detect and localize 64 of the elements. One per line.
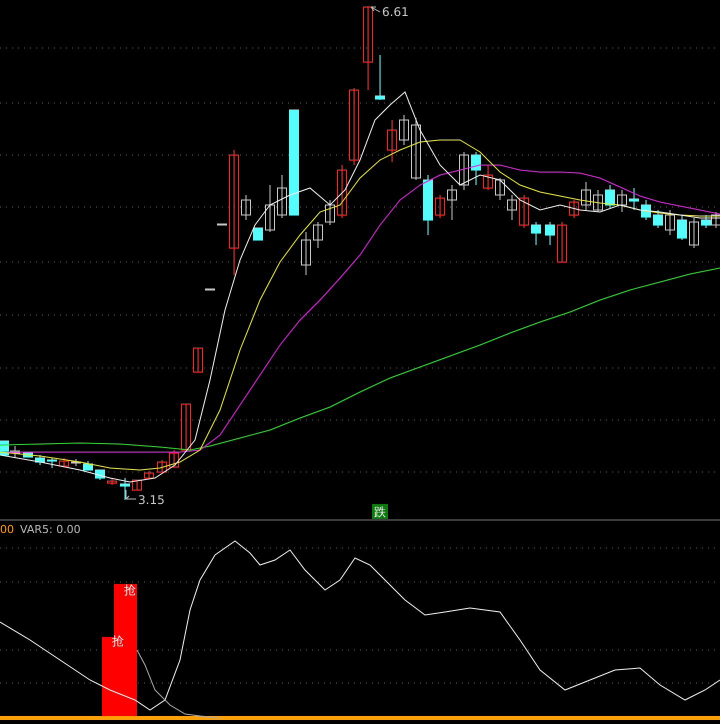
candlestick [605, 184, 615, 208]
bar-label: 抢 [112, 634, 124, 648]
candlestick [447, 184, 457, 220]
candlestick [132, 480, 142, 490]
candlestick [483, 164, 493, 190]
candlestick [375, 54, 385, 100]
candlestick [107, 478, 117, 486]
candlestick [71, 458, 81, 466]
indicator-value: VAR5: 0.00 [20, 523, 81, 536]
bar-label: 抢 [124, 583, 136, 597]
candlestick [253, 228, 263, 240]
candlestick [265, 184, 275, 232]
candlestick [277, 174, 287, 218]
candlestick [435, 194, 445, 218]
candlestick [120, 478, 130, 500]
candlestick [641, 200, 651, 220]
candlestick [423, 174, 433, 236]
candlestick [557, 222, 567, 262]
candlestick [665, 210, 675, 236]
candlestick [205, 288, 215, 290]
candlestick [569, 200, 579, 218]
candlestick [411, 118, 421, 180]
candlestick [617, 190, 627, 212]
candlestick [95, 470, 105, 480]
candlestick [10, 446, 20, 458]
candlestick [47, 458, 57, 468]
candlestick [217, 224, 227, 226]
candlestick [677, 214, 687, 240]
candlestick [495, 178, 505, 200]
candlestick [193, 348, 203, 372]
candlestick [711, 212, 720, 228]
candlestick [23, 452, 33, 458]
price-label: 3.15 [138, 493, 165, 507]
candlestick [545, 222, 555, 246]
candlestick [241, 194, 251, 220]
candlestick [169, 450, 179, 468]
candlestick [35, 454, 45, 466]
candlestick [337, 164, 347, 218]
candlestick [59, 458, 69, 466]
leader-line [370, 6, 380, 12]
leader-line [126, 490, 136, 500]
candlestick [313, 222, 323, 248]
candlestick [653, 210, 663, 228]
candlestick [507, 194, 517, 220]
candlestick [519, 194, 529, 228]
price-label: 6.61 [382, 5, 409, 19]
candlestick [531, 222, 541, 246]
candlestick [459, 152, 469, 190]
candlestick [471, 152, 481, 186]
candlestick [325, 200, 335, 226]
candlestick [701, 214, 711, 228]
candlestick [301, 232, 311, 276]
candlestick [144, 470, 154, 478]
candlestick [399, 114, 409, 146]
candlestick [157, 460, 167, 472]
candlestick [593, 190, 603, 212]
signal-tag: 跌 [372, 504, 388, 519]
candlestick [181, 404, 191, 450]
indicator-value: 00 [0, 523, 14, 536]
candlestick [387, 120, 397, 162]
candlestick [689, 218, 699, 248]
candlestick [629, 188, 639, 210]
candlestick [581, 182, 591, 210]
candlestick [83, 460, 93, 470]
